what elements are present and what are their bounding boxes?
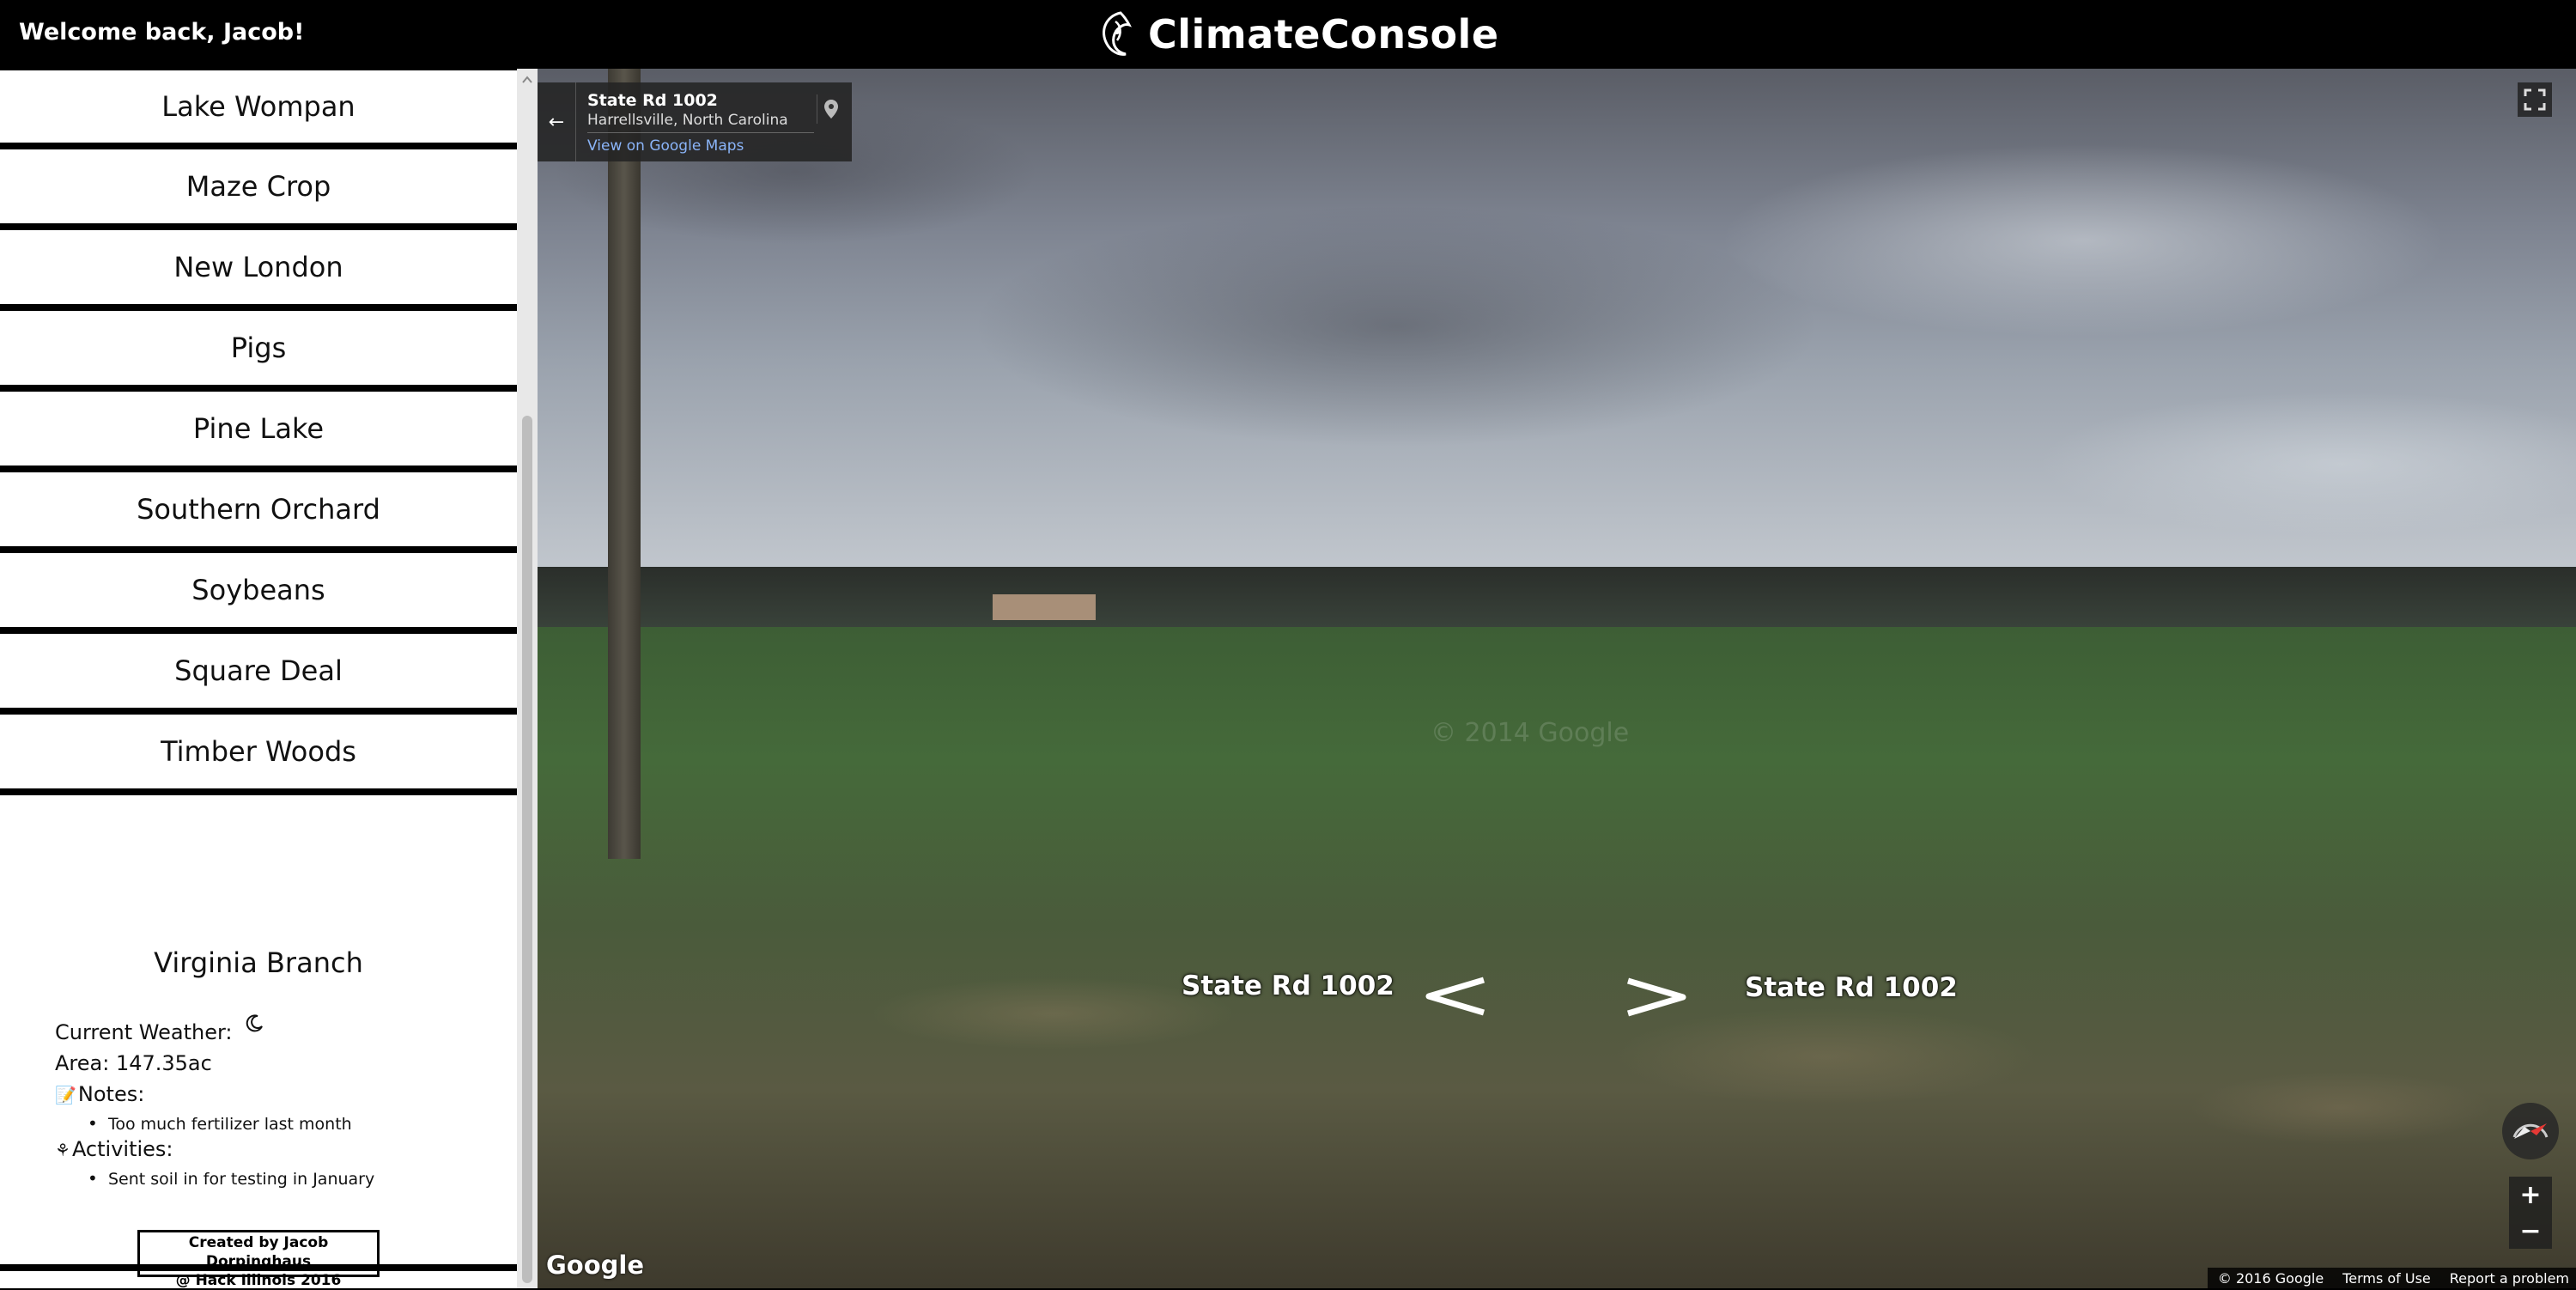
- location-title: State Rd 1002: [587, 91, 718, 110]
- location-divider: [587, 132, 814, 133]
- map-pin-icon[interactable]: [817, 94, 845, 124]
- tractor-icon: ⚘: [55, 1140, 70, 1160]
- moon-icon: [246, 1014, 264, 1032]
- location-card: ← State Rd 1002 Harrellsville, North Car…: [538, 82, 852, 161]
- notes-row: 📝Notes:: [55, 1082, 144, 1106]
- credit-line-1: Created by Jacob Dorpinghaus: [188, 1234, 329, 1270]
- fullscreen-icon: [2524, 88, 2546, 111]
- google-watermark: © 2014 Google: [1431, 718, 1630, 748]
- street-view-panorama[interactable]: © 2014 Google ← State Rd 1002 Harrellsvi…: [538, 69, 2576, 1288]
- activities-label: Activities:: [71, 1137, 173, 1161]
- app-header: Welcome back, Jacob! ClimateConsole: [0, 0, 2576, 69]
- street-label-right[interactable]: State Rd 1002: [1745, 972, 1958, 1003]
- farm-list: Lake Wompan Maze Crop New London Pigs Pi…: [0, 69, 517, 795]
- weather-row: Current Weather:: [55, 1014, 264, 1044]
- farm-item-southern-orchard[interactable]: Southern Orchard: [0, 472, 517, 553]
- farm-item-soybeans[interactable]: Soybeans: [0, 553, 517, 634]
- farm-item-lake-wompan[interactable]: Lake Wompan: [0, 69, 517, 149]
- brand-logo-icon: [1103, 11, 1132, 56]
- treeline-image: [538, 567, 2576, 627]
- terms-of-use-link[interactable]: Terms of Use: [2342, 1270, 2431, 1287]
- farm-item-pine-lake[interactable]: Pine Lake: [0, 392, 517, 472]
- location-subtitle: Harrellsville, North Carolina: [587, 112, 788, 129]
- area-value: Area: 147.35ac: [55, 1051, 212, 1075]
- sidebar-scrollbar[interactable]: [517, 69, 538, 1288]
- selected-farm-name: Virginia Branch: [154, 946, 363, 979]
- copyright-text: © 2016 Google: [2217, 1269, 2324, 1287]
- utility-pole-image: [608, 69, 641, 859]
- fullscreen-button[interactable]: [2518, 82, 2552, 117]
- welcome-message: Welcome back, Jacob!: [19, 19, 305, 46]
- barn-image: [993, 594, 1096, 620]
- zoom-control: + −: [2509, 1177, 2552, 1249]
- farm-item-maze-crop[interactable]: Maze Crop: [0, 149, 517, 230]
- farm-item-new-london[interactable]: New London: [0, 230, 517, 311]
- zoom-in-button[interactable]: +: [2509, 1177, 2552, 1213]
- scroll-up-arrow-icon[interactable]: [522, 74, 532, 86]
- weather-label: Current Weather:: [55, 1020, 233, 1044]
- note-item: Too much fertilizer last month: [88, 1113, 352, 1134]
- farm-details-panel: Virginia Branch Current Weather: Area: 1…: [0, 800, 517, 1271]
- credit-line-2: @ Hack Illinois 2016: [175, 1272, 342, 1289]
- brand[interactable]: ClimateConsole: [1095, 7, 1499, 62]
- notepad-icon: 📝: [55, 1085, 76, 1105]
- brand-name: ClimateConsole: [1148, 11, 1499, 58]
- activity-item: Sent soil in for testing in January: [88, 1168, 374, 1189]
- farm-item-pigs[interactable]: Pigs: [0, 311, 517, 392]
- farm-sidebar: Lake Wompan Maze Crop New London Pigs Pi…: [0, 69, 517, 1289]
- nav-arrow-left-icon[interactable]: [1420, 975, 1489, 1018]
- activities-row: ⚘Activities:: [55, 1137, 173, 1161]
- map-footer: © 2016 Google Terms of Use Report a prob…: [2207, 1268, 2576, 1288]
- compass-icon[interactable]: [2502, 1103, 2559, 1159]
- scrollbar-thumb[interactable]: [522, 416, 532, 1283]
- farm-item-square-deal[interactable]: Square Deal: [0, 634, 517, 715]
- google-logo: Google: [546, 1250, 645, 1280]
- view-on-google-maps-link[interactable]: View on Google Maps: [587, 137, 744, 155]
- back-arrow-icon[interactable]: ←: [538, 82, 576, 161]
- nav-arrow-right-icon[interactable]: [1623, 976, 1692, 1019]
- credit-box: Created by Jacob Dorpinghaus @ Hack Illi…: [137, 1230, 380, 1289]
- farm-item-timber-woods[interactable]: Timber Woods: [0, 715, 517, 795]
- zoom-out-button[interactable]: −: [2509, 1213, 2552, 1249]
- report-problem-link[interactable]: Report a problem: [2450, 1270, 2569, 1287]
- notes-label: Notes:: [77, 1082, 145, 1106]
- street-label-left[interactable]: State Rd 1002: [1182, 971, 1394, 1001]
